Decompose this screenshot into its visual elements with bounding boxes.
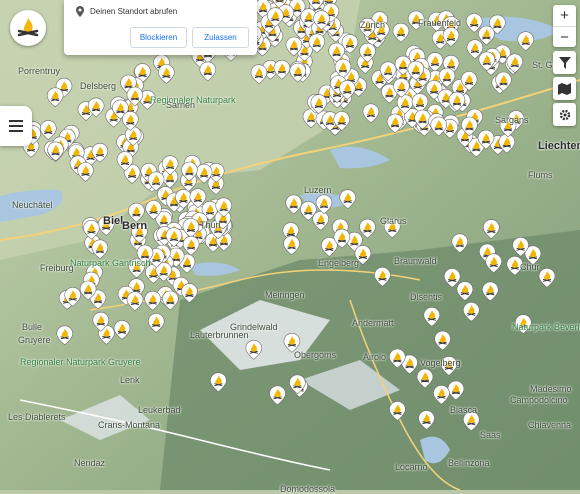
- place-label: Frauenfeld: [418, 18, 462, 28]
- zoom-controls: + −: [553, 5, 576, 47]
- place-label: Bern: [122, 220, 148, 232]
- place-label: Domodossola: [280, 484, 336, 494]
- place-label: Luzern: [304, 185, 332, 195]
- map-icon: [558, 82, 571, 95]
- place-label: Porrentruy: [18, 66, 61, 76]
- location-permission-dialog: Deinen Standort abrufen Blockieren Zulas…: [64, 0, 257, 55]
- settings-button[interactable]: [553, 103, 576, 126]
- campfire-logo[interactable]: [10, 10, 46, 46]
- map-canvas[interactable]: [0, 0, 580, 490]
- place-label: Madesimo: [530, 384, 572, 394]
- place-label: Biasca: [450, 405, 478, 415]
- permission-text: Deinen Standort abrufen: [90, 7, 178, 16]
- place-label: Grindelwald: [230, 322, 278, 332]
- permission-request-row: Deinen Standort abrufen: [76, 6, 177, 17]
- place-label: Flums: [528, 170, 553, 180]
- block-button[interactable]: Blockieren: [130, 27, 187, 48]
- place-label: Glarus: [380, 216, 407, 226]
- menu-button[interactable]: [0, 106, 32, 146]
- place-label: Sarnen: [166, 100, 196, 110]
- place-label: Chur: [520, 262, 540, 272]
- place-label: Engelberg: [318, 258, 360, 268]
- zoom-in-button[interactable]: +: [553, 5, 576, 27]
- gear-icon: [559, 109, 570, 120]
- place-label: Disentis: [410, 292, 443, 302]
- filter-icon: [558, 56, 571, 69]
- place-label: Locarno: [395, 462, 428, 472]
- place-label: Zürich: [360, 20, 386, 30]
- place-label: Chiavenna: [528, 420, 572, 430]
- place-label: Nendaz: [74, 458, 106, 468]
- place-label: Crans-Montana: [98, 420, 161, 430]
- allow-button[interactable]: Zulassen: [192, 27, 249, 48]
- place-label: Braunwald: [394, 256, 437, 266]
- location-pin-icon: [76, 6, 84, 17]
- place-label: Obergoms: [294, 350, 337, 360]
- place-label: Freiburg: [40, 263, 74, 273]
- place-label: Lenk: [120, 375, 140, 385]
- place-label: Leukerbad: [138, 405, 181, 415]
- place-label: Les Diablerets: [8, 412, 66, 422]
- place-label: Neuchâtel: [12, 200, 53, 210]
- place-label: Regionaler Naturpark Gruyère: [20, 357, 141, 367]
- place-label: Naturpark Gantrisch: [70, 258, 151, 268]
- place-label: Delsberg: [80, 81, 117, 91]
- zoom-out-button[interactable]: −: [553, 27, 576, 48]
- place-label: Sargans: [495, 115, 529, 125]
- filter-button[interactable]: [553, 51, 576, 74]
- place-label: Thun: [200, 220, 221, 230]
- place-label: Bulle: [22, 322, 43, 332]
- place-label: Andermatt: [352, 318, 394, 328]
- place-label: Saas: [480, 430, 501, 440]
- place-label: Liechtenstein: [538, 140, 580, 152]
- place-label: Gruyère: [18, 335, 51, 345]
- place-label: Bellinzona: [448, 458, 490, 468]
- map-layers-button[interactable]: [553, 77, 576, 100]
- place-label: Naturpark Beverin: [512, 322, 580, 332]
- place-label: Meiringen: [265, 290, 305, 300]
- place-label: Airolo: [363, 352, 387, 362]
- hamburger-icon: [9, 120, 23, 132]
- place-label: Vogelberg: [420, 358, 461, 368]
- campfire-icon: [17, 18, 39, 37]
- place-label: Campodolcino: [510, 395, 568, 405]
- place-label: Biel: [103, 215, 124, 227]
